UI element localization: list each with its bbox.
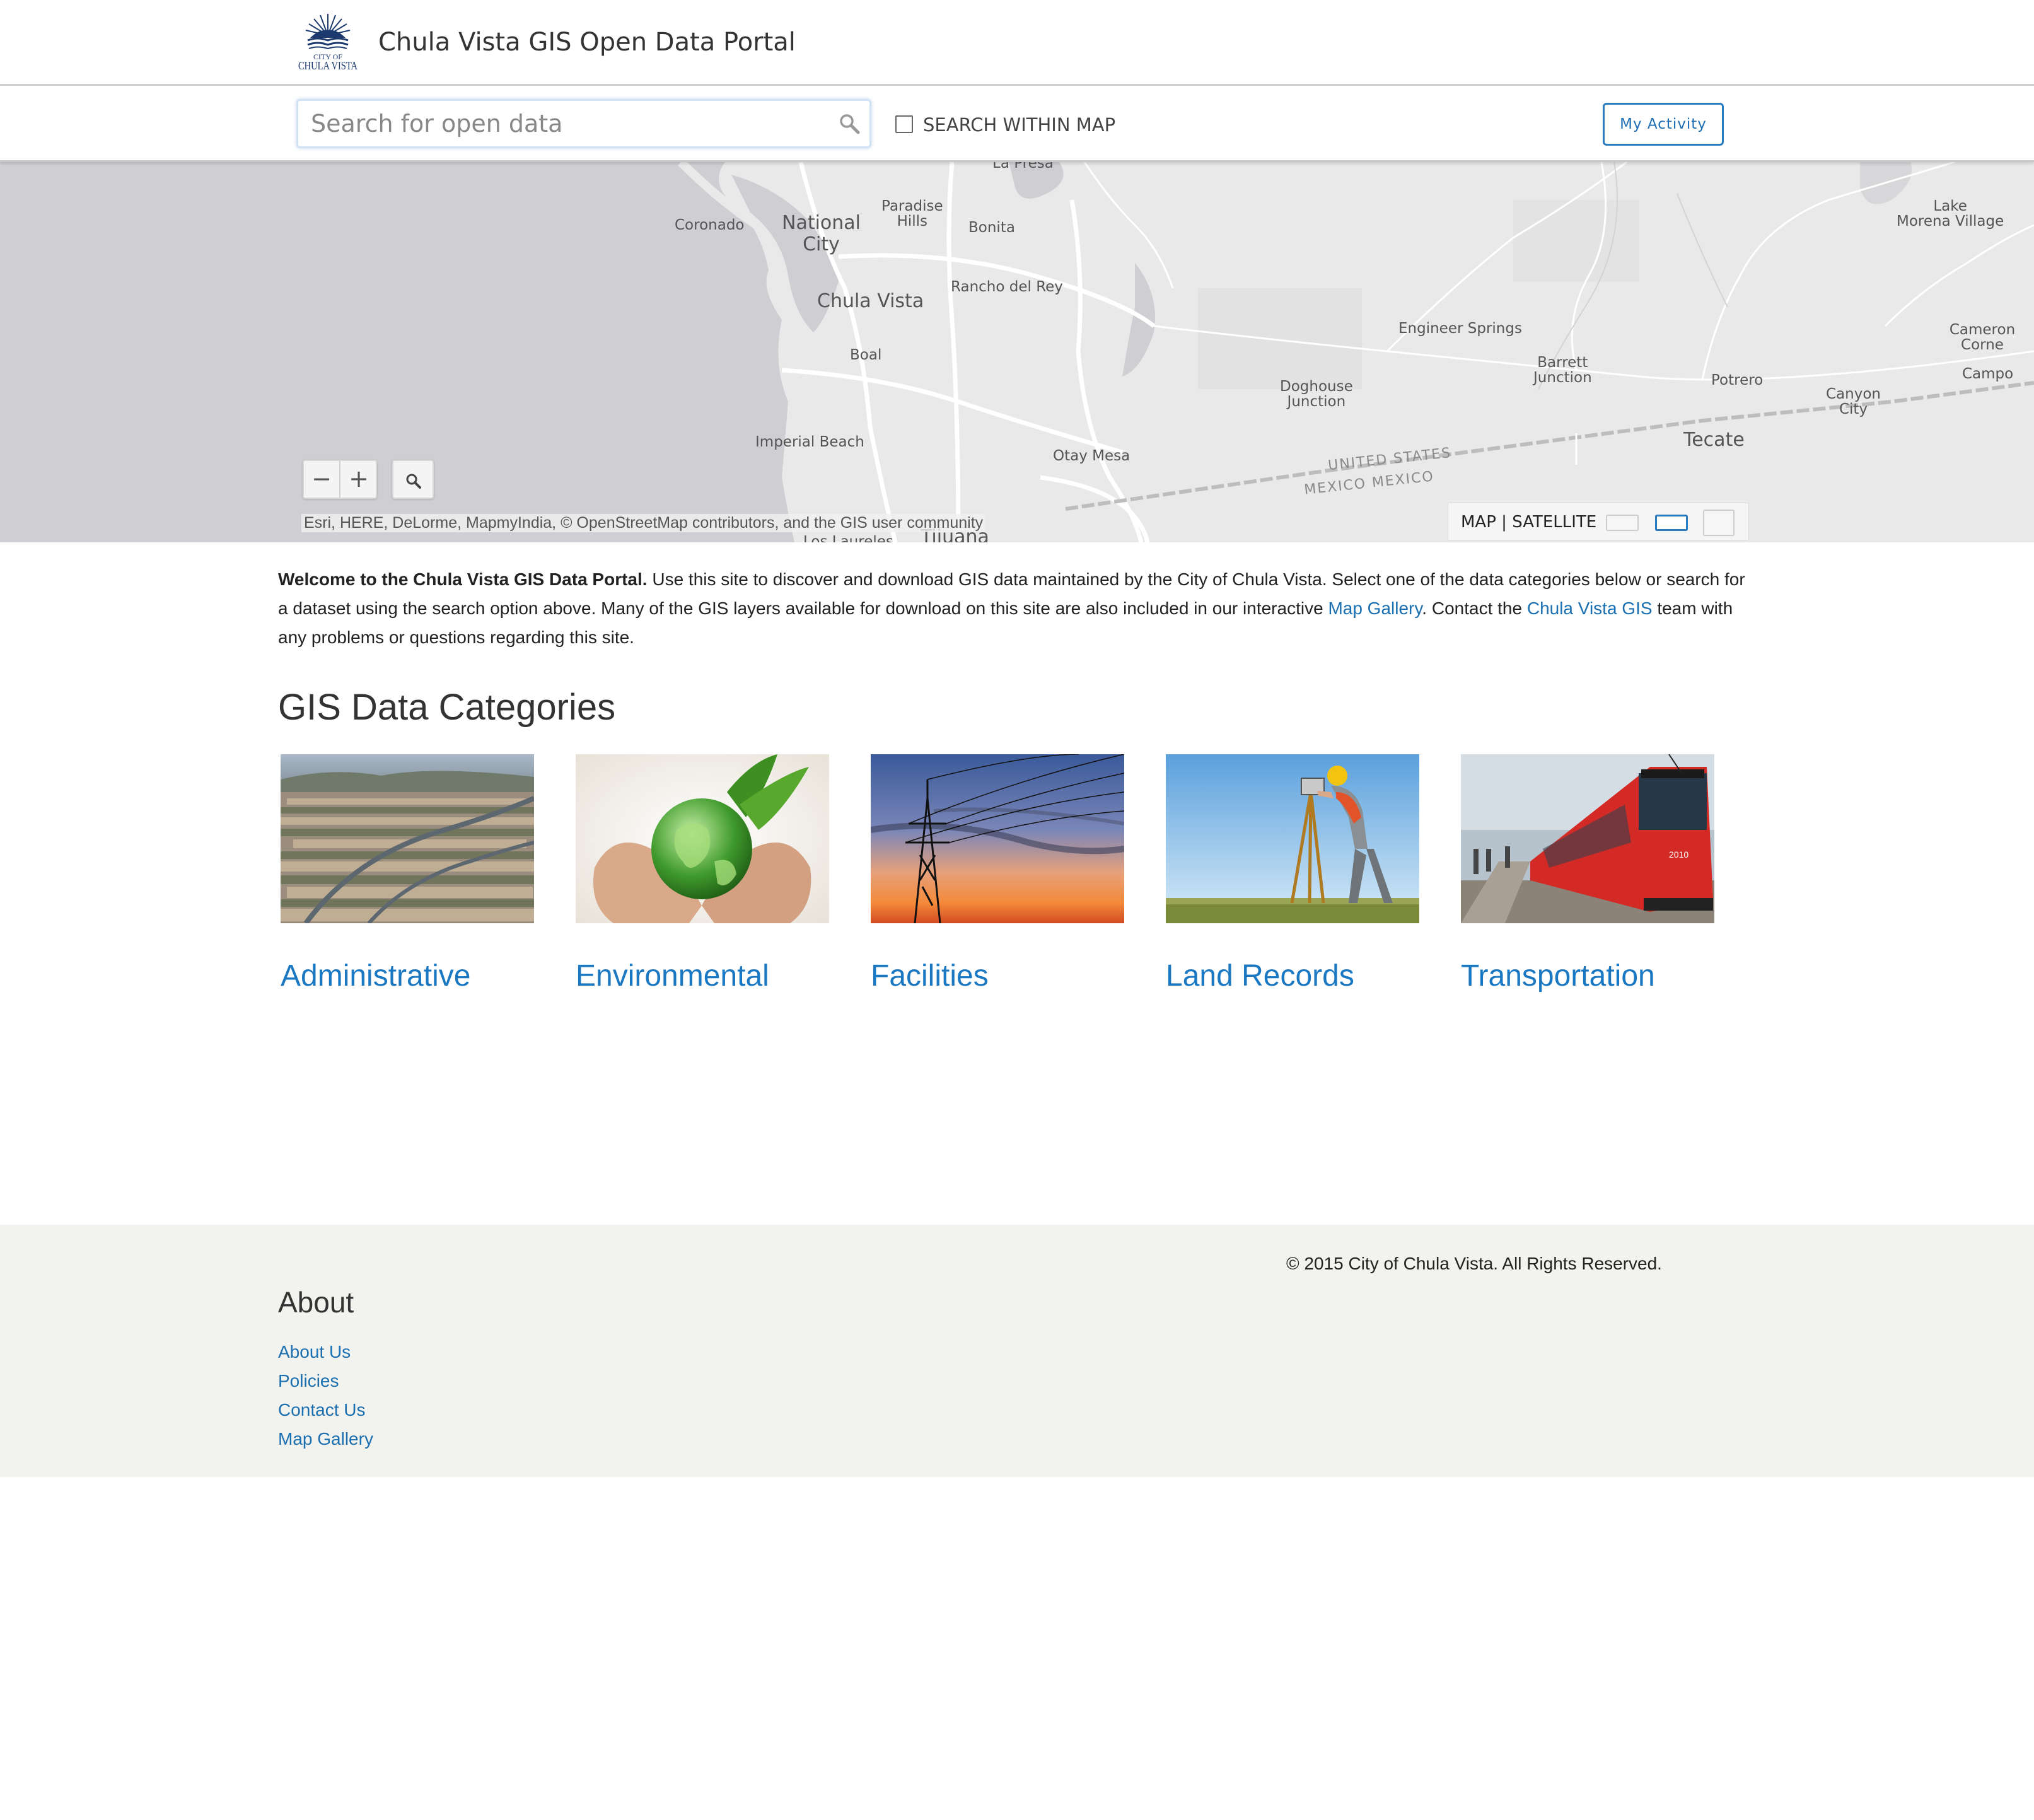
category-transportation[interactable]: 2010 Transportation [1461, 754, 1714, 993]
map-label-canyon-city: Canyon City [1826, 386, 1881, 417]
category-environmental[interactable]: Environmental [576, 754, 829, 993]
map-gallery-link[interactable]: Map Gallery [1328, 598, 1422, 618]
categories-heading: GIS Data Categories [278, 687, 616, 728]
hands-holding-globe-photo[interactable] [576, 754, 829, 923]
intro-paragraph: Welcome to the Chula Vista GIS Data Port… [278, 565, 1753, 652]
category-land-records[interactable]: Land Records [1166, 754, 1419, 993]
zoom-out-button[interactable]: − [304, 461, 340, 498]
site-header: CITY OF CHULA VISTA Chula Vista GIS Open… [0, 0, 2034, 86]
svg-text:CHULA VISTA: CHULA VISTA [298, 59, 357, 72]
map-attribution: Esri, HERE, DeLorme, MapmyIndia, © OpenS… [301, 514, 986, 532]
map-label-los-laureles: Los Laureles [803, 534, 893, 542]
footer-link-contact-us[interactable]: Contact Us [278, 1400, 366, 1420]
basemap-swatch-satellite[interactable] [1703, 510, 1735, 536]
map-label-bonita: Bonita [968, 219, 1015, 236]
basemap-map-option[interactable]: MAP [1461, 513, 1496, 532]
map-label-la-presa: La Presa [992, 162, 1054, 172]
map-label-imperial-beach: Imperial Beach [755, 434, 864, 450]
footer-about-heading: About [278, 1286, 354, 1319]
zoom-in-button[interactable]: + [340, 461, 377, 498]
intro-text-2: . Contact the [1422, 598, 1527, 618]
my-activity-button[interactable]: My Activity [1603, 103, 1724, 146]
site-footer: © 2015 City of Chula Vista. All Rights R… [0, 1225, 2034, 1477]
map-label-cameron-corners: Cameron Corne [1949, 322, 2016, 353]
map-label-potrero: Potrero [1711, 372, 1764, 388]
map-label-chula-vista: Chula Vista [817, 290, 924, 312]
map-label-campo: Campo [1962, 366, 2014, 382]
search-box [296, 99, 871, 148]
map-label-engineer-springs: Engineer Springs [1398, 320, 1522, 337]
category-label[interactable]: Environmental [576, 959, 829, 993]
map-label-barrett-junction: Barrett Junction [1533, 354, 1592, 386]
map-label-lake-morena-village: Lake Morena Village [1897, 198, 2004, 230]
map-search-button[interactable] [392, 460, 434, 499]
category-label[interactable]: Land Records [1166, 959, 1419, 993]
zoom-control: − + [303, 460, 377, 499]
category-administrative[interactable]: Administrative [281, 754, 534, 993]
red-trolley-photo[interactable]: 2010 [1461, 754, 1714, 923]
footer-link-policies[interactable]: Policies [278, 1371, 339, 1391]
map-label-tecate: Tecate [1683, 429, 1745, 451]
category-label[interactable]: Facilities [871, 959, 1124, 993]
search-icon[interactable] [838, 112, 861, 135]
aerial-neighborhood-photo[interactable] [281, 754, 534, 923]
search-within-map-label[interactable]: SEARCH WITHIN MAP [923, 114, 1115, 136]
power-lines-sunset-photo[interactable] [871, 754, 1124, 923]
basemap-separator: | [1501, 513, 1507, 532]
search-within-map-checkbox[interactable] [895, 115, 913, 133]
site-title[interactable]: Chula Vista GIS Open Data Portal [378, 28, 796, 57]
map-label-doghouse-junction: Doghouse Junction [1280, 378, 1353, 410]
basemap-swatch-light[interactable] [1606, 515, 1639, 531]
map-label-rancho-del-rey: Rancho del Rey [951, 279, 1063, 295]
map-label-paradise-hills: Paradise Hills [881, 198, 943, 230]
map-label-coronado: Coronado [675, 217, 745, 233]
city-logo[interactable]: CITY OF CHULA VISTA [296, 10, 359, 73]
basemap-swatch-map[interactable] [1655, 515, 1688, 531]
copyright-text: © 2015 City of Chula Vista. All Rights R… [1286, 1254, 1662, 1273]
search-icon [406, 474, 421, 489]
search-bar: SEARCH WITHIN MAP My Activity [0, 88, 2034, 162]
category-facilities[interactable]: Facilities [871, 754, 1124, 993]
basemap-satellite-option[interactable]: SATELLITE [1512, 513, 1596, 532]
map-view[interactable]: Coronado National City Paradise Hills Bo… [0, 162, 2034, 542]
map-label-otay-mesa: Otay Mesa [1053, 448, 1130, 464]
category-label[interactable]: Administrative [281, 959, 534, 993]
intro-lead: Welcome to the Chula Vista GIS Data Port… [278, 569, 648, 589]
search-input[interactable] [311, 101, 815, 146]
basemap-toggle: MAP | SATELLITE [1448, 503, 1749, 540]
chula-vista-gis-link[interactable]: Chula Vista GIS [1527, 598, 1653, 618]
footer-link-map-gallery[interactable]: Map Gallery [278, 1429, 373, 1449]
map-label-boal: Boal [850, 347, 882, 363]
map-label-national-city: National City [782, 212, 861, 255]
basemap-label: MAP | SATELLITE [1461, 513, 1596, 532]
svg-text:2010: 2010 [1669, 849, 1688, 860]
category-label[interactable]: Transportation [1461, 959, 1714, 993]
surveyor-photo[interactable] [1166, 754, 1419, 923]
footer-link-about-us[interactable]: About Us [278, 1342, 351, 1362]
